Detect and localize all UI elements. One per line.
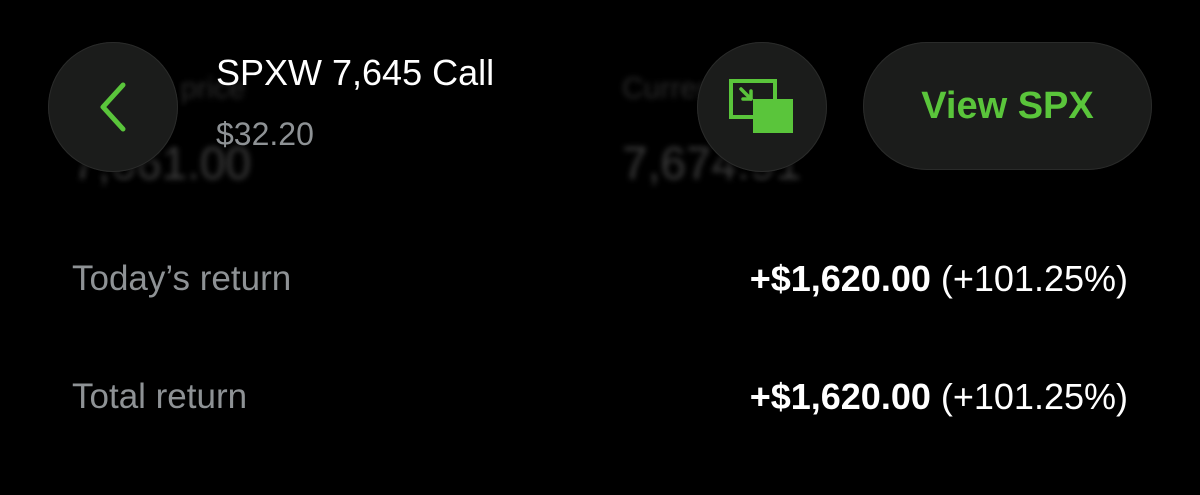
total-return-amount: +$1,620.00 xyxy=(749,376,931,417)
todays-return-label: Today’s return xyxy=(72,259,292,298)
chevron-left-icon xyxy=(100,82,126,132)
view-spx-button[interactable]: View SPX xyxy=(863,42,1152,170)
back-button[interactable] xyxy=(48,42,178,172)
todays-return-percent: (+101.25%) xyxy=(940,258,1128,299)
contract-price: $32.20 xyxy=(216,116,314,152)
picture-in-picture-button[interactable] xyxy=(697,42,827,172)
total-return-label: Total return xyxy=(72,377,248,416)
todays-return-amount: +$1,620.00 xyxy=(749,258,931,299)
contract-title: SPXW 7,645 Call xyxy=(216,52,495,93)
todays-return-value: +$1,620.00 (+101.25%) xyxy=(750,258,1128,300)
picture-in-picture-icon xyxy=(729,79,793,133)
todays-return-row: Today’s return +$1,620.00 (+101.25%) xyxy=(72,258,1128,300)
total-return-value: +$1,620.00 (+101.25%) xyxy=(750,376,1128,418)
total-return-percent: (+101.25%) xyxy=(940,376,1128,417)
total-return-row: Total return +$1,620.00 (+101.25%) xyxy=(72,376,1128,418)
